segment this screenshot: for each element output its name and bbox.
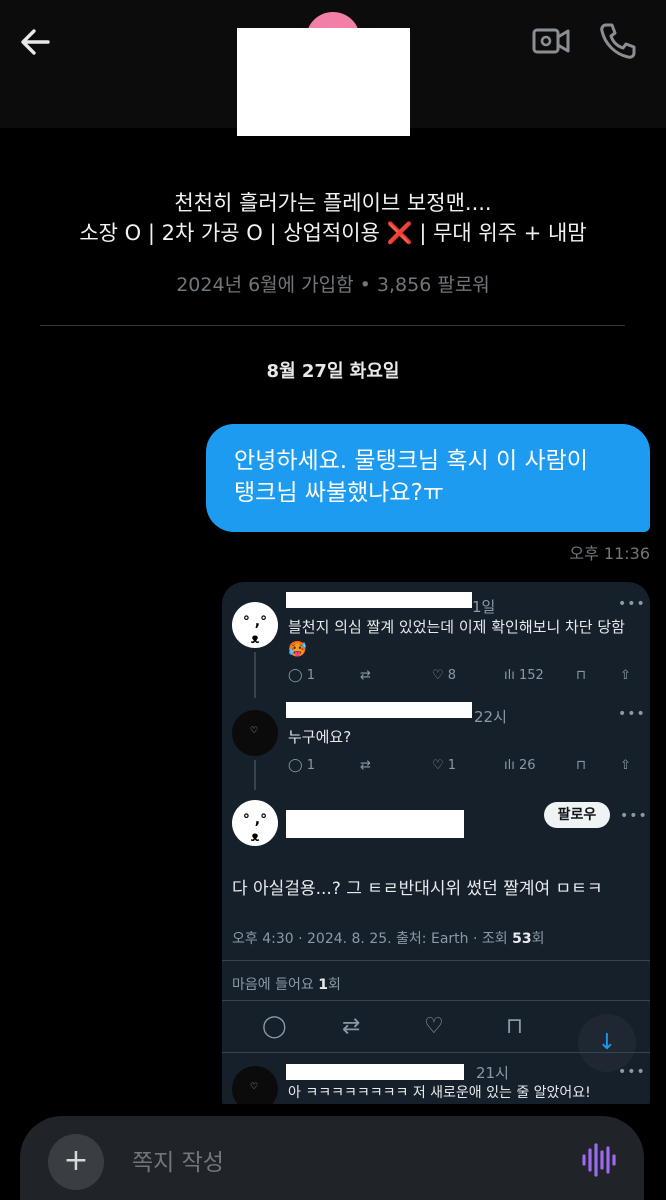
phone-call-button[interactable] [596,20,638,62]
more-icon[interactable]: ••• [620,808,648,824]
retweet-icon[interactable]: ⇄ [360,758,371,773]
face-icon: ° ,° ᴥ [242,812,268,845]
message-composer: + 쪽지 작성 [20,1116,644,1200]
retweet-icon[interactable]: ⇄ [360,668,371,683]
video-camera-icon [532,28,570,54]
follow-button[interactable]: 팔로우 [544,802,610,828]
divider [222,1000,650,1001]
add-attachment-button[interactable]: + [48,1134,104,1190]
likes-summary: 마음에 들어요 1회 [232,974,341,994]
redacted-name-box [237,28,410,136]
thread-line [254,760,256,790]
bookmark-icon[interactable]: ⊓ [506,1014,523,1039]
more-icon[interactable]: ••• [618,1064,646,1080]
message-input[interactable]: 쪽지 작성 [132,1143,224,1177]
redacted-username [286,592,472,608]
more-icon[interactable]: ••• [618,596,646,612]
heart-icon: ♡ [250,726,259,736]
thread-line [254,652,256,698]
likes-label: 마음에 들어요 [232,977,319,993]
views-button[interactable]: ılı 26 [504,758,536,773]
share-icon[interactable]: ⇧ [620,758,631,773]
like-button[interactable]: ♡ 8 [432,668,456,683]
face-icon: ° ,° ᴥ [242,614,268,647]
more-icon[interactable]: ••• [618,706,646,722]
message-line-2: 탱크님 싸불했나요?ㅠ [234,480,444,506]
like-button[interactable]: ♡ 1 [432,758,456,773]
avatar: ° ,° ᴥ [232,800,278,846]
divider [40,325,625,326]
views-button[interactable]: ılı 152 [504,668,544,683]
reply-icon[interactable]: ◯ [262,1014,287,1039]
bio-line-1: 천천히 흘러가는 플레이브 보정맨.... [174,191,492,215]
redacted-username [286,702,472,718]
meta-text: 오후 4:30 · 2024. 8. 25. 출처: Earth · 조회 [232,931,513,947]
tweet-actions: ◯ 1 ⇄ ♡ 1 ılı 26 ⊓ ⇧ [288,758,638,778]
date-separator: 8월 27일 화요일 [266,361,400,382]
back-button[interactable] [16,22,56,62]
voice-message-button[interactable] [578,1140,618,1180]
avatar: ° ,° ᴥ [232,602,278,648]
tweet-time: 22시 [474,708,507,726]
sent-message-bubble[interactable]: 안녕하세요. 물탱크님 혹시 이 사람이 탱크님 싸불했나요?ㅠ [206,424,650,532]
reply-button[interactable]: ◯ 1 [288,668,315,683]
video-call-button[interactable] [530,20,572,62]
attached-image[interactable]: ° ,° ᴥ 1일 ••• 블천지 의심 짤계 있었는데 이제 확인해보니 차단 … [222,582,650,1122]
tweet-time: 1일 [472,598,496,616]
arrow-left-icon [21,29,50,55]
like-icon[interactable]: ♡ [424,1014,444,1039]
view-count: 53 [512,931,532,947]
likes-count: 1 [318,977,328,993]
retweet-icon[interactable]: ⇄ [342,1014,360,1039]
profile-bio: 천천히 흘러가는 플레이브 보정맨.... 소장 O | 2차 가공 O | 상… [0,188,666,248]
emoji: 🥵 [288,640,307,658]
likes-suffix: 회 [327,977,341,993]
tweet-meta: 오후 4:30 · 2024. 8. 25. 출처: Earth · 조회 53… [232,928,544,948]
message-line-1: 안녕하세요. 물탱크님 혹시 이 사람이 [234,448,588,474]
bookmark-icon[interactable]: ⊓ [576,668,586,683]
like-count: 1 [447,758,457,773]
focused-tweet-text: 다 아실걸용...? 그 ㅌㄹ반대시위 썼던 짤계여 ㅁㅌㅋ [232,879,603,899]
tweet-text-line: 블천지 의심 짤계 있었는데 이제 확인해보니 차단 당함 [288,618,625,636]
view-count: 152 [518,668,544,683]
phone-icon [600,23,636,59]
plus-icon: + [63,1143,89,1178]
share-icon[interactable]: ⇧ [620,668,631,683]
reply-count: 1 [306,668,315,683]
divider [222,960,650,961]
tweet-text: 누구에요? [288,728,352,746]
avatar: ♡ [232,710,278,756]
tweet-actions: ◯ 1 ⇄ ♡ 8 ılı 152 ⊓ ⇧ [288,668,638,688]
bookmark-icon[interactable]: ⊓ [576,758,586,773]
tweet-time: 21시 [476,1064,509,1082]
voice-wave-icon [582,1143,616,1177]
heart-icon: ♡ [250,1082,259,1092]
message-timestamp: 오후 11:36 [569,544,650,563]
divider [222,1052,650,1053]
reply-button[interactable]: ◯ 1 [288,758,315,773]
like-count: 8 [447,668,457,683]
chat-header [0,0,666,136]
redacted-username [286,810,464,838]
joined-info: 2024년 6월에 가입함 • 3,856 팔로워 [176,274,490,296]
view-count: 26 [518,758,536,773]
reply-count: 1 [306,758,315,773]
tweet-text: 아 ㅋㅋㅋㅋㅋㅋㅋㅋ 저 새로운애 있는 줄 알았어요! [288,1085,591,1101]
bio-line-2: 소장 O | 2차 가공 O | 상업적이용 ❌ | 무대 위주 + 내맘 [79,221,587,245]
tweet-text: 블천지 의심 짤계 있었는데 이제 확인해보니 차단 당함 🥵 [288,616,625,660]
redacted-username [286,1064,464,1080]
meta-suffix: 회 [531,931,545,947]
